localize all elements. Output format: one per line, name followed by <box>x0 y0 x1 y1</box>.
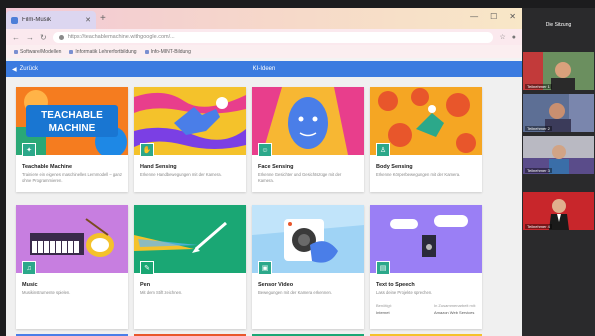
card-description: Lass deine Projekte sprechen. <box>376 290 433 295</box>
reload-icon[interactable]: ↻ <box>40 33 47 42</box>
svg-text:TEACHABLE: TEACHABLE <box>41 110 103 121</box>
card-title: Text to Speech <box>376 282 415 288</box>
card-requirements: Benötigt: Internet In Zusammenarbeit mit… <box>376 303 476 315</box>
panel-header: Die Sitzung <box>545 22 572 28</box>
face-icon: ☺ <box>258 143 272 157</box>
card-title: Teachable Machine <box>22 164 73 170</box>
card-title: Sensor Video <box>258 282 294 288</box>
url-input[interactable]: https://teachablemachine.withgoogle.com/… <box>52 31 494 43</box>
participant-name: Teilnehmer 3 <box>525 168 552 173</box>
participant-tile[interactable]: Teilnehmer 2 <box>523 94 594 132</box>
participant-tile[interactable]: Teilnehmer 1 <box>523 52 594 90</box>
url-text: https://teachablemachine.withgoogle.com/… <box>67 34 175 40</box>
bookmarks-bar: Software/Modellen Informatik Lehrerfortb… <box>6 45 522 58</box>
page-title: KI-Ideen <box>252 66 276 72</box>
card-title: Music <box>22 282 38 288</box>
card-title: Body Sensing <box>376 164 413 170</box>
bookmark-icon <box>14 49 18 54</box>
forward-arrow-icon[interactable]: → <box>26 33 34 42</box>
card-title: Pen <box>140 282 151 288</box>
profile-icon[interactable]: ● <box>512 34 516 41</box>
collaboration-value: Amazon Web Services <box>433 310 475 315</box>
requires-block: Benötigt: Internet <box>376 303 392 315</box>
star-icon[interactable]: ☆ <box>499 33 505 41</box>
requires-label: Benötigt: <box>376 303 392 308</box>
extension-card-body-sensing[interactable]: ♙ Body Sensing Erkenne Körperbewegungen … <box>370 87 482 192</box>
card-description: Musikinstrumente spielen. <box>22 290 71 295</box>
extension-card-music[interactable]: ♫ Music Musikinstrumente spielen. <box>16 205 128 329</box>
app-header: ◀ Zurück KI-Ideen <box>6 61 522 77</box>
body-icon: ♙ <box>376 143 390 157</box>
hand-icon: ✋ <box>140 143 154 157</box>
svg-text:MACHINE: MACHINE <box>49 123 96 134</box>
video-icon: ▣ <box>258 261 272 275</box>
card-description: Bewegungen mit der Kamera erkennen. <box>258 290 333 295</box>
card-description: Mit dem Stift zeichnen. <box>140 290 183 295</box>
browser-window: Film-Musik ✕ + — ☐ ✕ ← → ↻ https://teach… <box>6 8 522 336</box>
maximize-icon[interactable]: ☐ <box>490 12 497 21</box>
close-window-icon[interactable]: ✕ <box>509 12 516 21</box>
extension-card-face-sensing[interactable]: ☺ Face Sensing Erkenne Gesichter und Ges… <box>252 87 364 192</box>
extension-card-text-to-speech[interactable]: ▤ Text to Speech Lass deine Projekte spr… <box>370 205 482 329</box>
minimize-icon[interactable]: — <box>470 12 478 21</box>
tab-bar: Film-Musik ✕ + — ☐ ✕ <box>6 8 522 29</box>
card-title: Face Sensing <box>258 164 294 170</box>
bookmark-item[interactable]: Software/Modellen <box>14 49 61 55</box>
participant-tile[interactable]: Teilnehmer 3 <box>523 136 594 174</box>
card-description: Erkenne Handbewegungen mit der Kamera. <box>140 172 222 177</box>
speech-icon: ▤ <box>376 261 390 275</box>
new-tab-icon[interactable]: + <box>100 13 106 24</box>
window-controls: — ☐ ✕ <box>470 12 516 21</box>
tab-title: Film-Musik <box>22 17 51 23</box>
bookmark-icon <box>69 49 74 54</box>
browser-tab[interactable]: Film-Musik ✕ <box>6 11 96 29</box>
collaboration-block: In Zusammenarbeit mit: Amazon Web Servic… <box>434 303 476 315</box>
pen-icon: ✎ <box>140 261 154 275</box>
favicon-icon <box>11 16 18 24</box>
bookmark-item[interactable]: Informatik Lehrerfortbildung <box>69 49 137 55</box>
bookmark-item[interactable]: Info-MINT-Bildung <box>144 49 191 55</box>
card-description: Erkenne Gesichter und Gesichtszüge mit d… <box>258 172 342 183</box>
card-title: Hand Sensing <box>140 164 177 170</box>
participants-panel: Die Sitzung Teilnehmer 1 Teilnehmer 2 Te… <box>522 8 595 336</box>
close-tab-icon[interactable]: ✕ <box>85 16 91 24</box>
participant-name: Teilnehmer 2 <box>525 126 552 131</box>
extension-card-teachable-machine[interactable]: TEACHABLE MACHINE ✦ Teachable Machine Tr… <box>16 87 128 192</box>
participant-tile[interactable]: Teilnehmer 4 <box>523 192 594 230</box>
card-description: Erkenne Körperbewegungen mit der Kamera. <box>376 172 461 177</box>
requires-value: Internet <box>376 310 390 315</box>
teachable-machine-icon: ✦ <box>22 143 36 157</box>
participant-name: Teilnehmer 4 <box>525 224 552 229</box>
card-description: Trainiere ein eigenes maschinelles Lernm… <box>22 172 122 183</box>
participant-name: Teilnehmer 1 <box>525 84 552 89</box>
bookmark-icon <box>144 49 149 54</box>
address-bar: ← → ↻ https://teachablemachine.withgoogl… <box>6 29 522 45</box>
screen: Film-Musik ✕ + — ☐ ✕ ← → ↻ https://teach… <box>0 0 595 336</box>
lock-icon <box>58 34 64 40</box>
extension-card-hand-sensing[interactable]: ✋ Hand Sensing Erkenne Handbewegungen mi… <box>134 87 246 192</box>
collaboration-label: In Zusammenarbeit mit: <box>433 303 476 308</box>
extension-card-sensor-video[interactable]: ▣ Sensor Video Bewegungen mit der Kamera… <box>252 205 364 329</box>
extension-card-pen[interactable]: ✎ Pen Mit dem Stift zeichnen. <box>134 205 246 329</box>
back-arrow-icon[interactable]: ← <box>12 33 20 42</box>
extension-library: TEACHABLE MACHINE ✦ Teachable Machine Tr… <box>6 77 522 336</box>
music-icon: ♫ <box>22 261 36 275</box>
